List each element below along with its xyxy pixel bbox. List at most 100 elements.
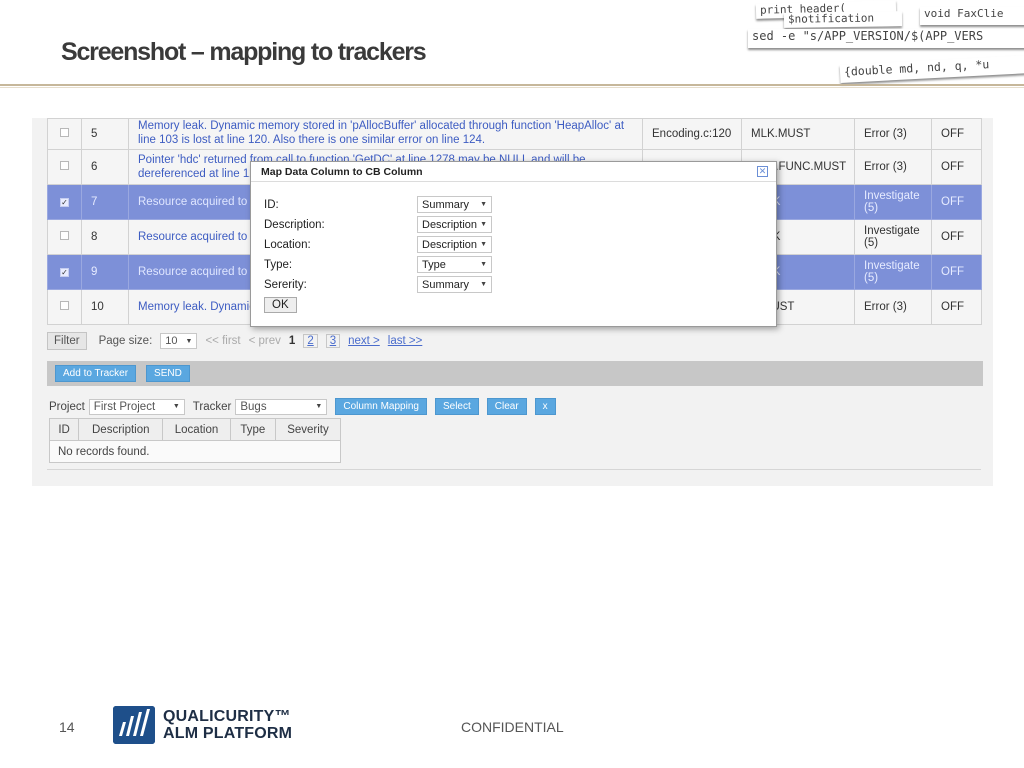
table-row[interactable]: 5 Memory leak. Dynamic memory stored in '… <box>47 118 982 150</box>
row-status: Error (3) <box>854 118 932 150</box>
map-row-type: Type: Type ▼ <box>264 256 494 273</box>
row-number: 8 <box>81 219 129 255</box>
row-status: Investigate (5) <box>854 184 932 220</box>
column-header-severity[interactable]: Severity <box>274 418 342 441</box>
page-3-link[interactable]: 3 <box>325 334 341 348</box>
row-checkbox[interactable] <box>47 219 82 255</box>
chevron-down-icon: ▼ <box>480 261 487 268</box>
table-row: No records found. <box>49 440 341 463</box>
checkbox[interactable] <box>60 128 69 137</box>
page-size-value: 10 <box>165 335 178 347</box>
map-label: ID: <box>264 198 279 211</box>
row-status: Error (3) <box>854 289 932 325</box>
logo-icon <box>113 706 155 744</box>
map-select-severity[interactable]: Summary ▼ <box>417 276 492 293</box>
code-strip-4: sed -e "s/APP_VERSION/$(APP_VERS <box>748 29 1024 48</box>
code-strip-5: {double md, nd, q, *u <box>839 55 1024 83</box>
column-header-id[interactable]: ID <box>48 418 80 441</box>
tracker-table: ID Description Location Type Severity No… <box>48 418 342 463</box>
row-flag: OFF <box>931 289 982 325</box>
ok-button[interactable]: OK <box>264 297 297 313</box>
map-row-severity: Sererity: Summary ▼ <box>264 276 494 293</box>
checkbox[interactable]: ✓ <box>60 198 69 207</box>
checkbox[interactable]: ✓ <box>60 268 69 277</box>
dialog-header: Map Data Column to CB Column ✕ <box>251 162 776 182</box>
row-status: Error (3) <box>854 149 932 185</box>
column-header-description[interactable]: Description <box>78 418 164 441</box>
chevron-down-icon: ▼ <box>480 241 487 248</box>
chevron-down-icon: ▼ <box>172 403 180 410</box>
tracker-toolbar: Project First Project ▼ Tracker Bugs ▼ C… <box>49 398 556 415</box>
page-2-link[interactable]: 2 <box>303 334 318 348</box>
next-page-link[interactable]: next > <box>348 335 380 347</box>
page-number: 14 <box>59 719 75 735</box>
row-flag: OFF <box>931 254 982 290</box>
row-status: Investigate (5) <box>854 219 932 255</box>
map-label: Location: <box>264 238 311 251</box>
logo-line-2: ALM PLATFORM <box>163 725 293 742</box>
row-checkbox[interactable]: ✓ <box>47 254 82 290</box>
project-select[interactable]: First Project ▼ <box>88 398 185 415</box>
row-flag: OFF <box>931 149 982 185</box>
prev-page-link[interactable]: < prev <box>249 335 281 347</box>
map-select-description[interactable]: Description ▼ <box>417 216 492 233</box>
add-to-tracker-button[interactable]: Add to Tracker <box>55 365 137 382</box>
map-row-location: Location: Description ▼ <box>264 236 494 253</box>
page-1[interactable]: 1 <box>289 335 295 347</box>
project-label: Project <box>49 400 85 413</box>
row-flag: OFF <box>931 184 982 220</box>
clear-button[interactable]: Clear <box>486 398 527 415</box>
code-strip-3: void FaxClie <box>920 7 1024 25</box>
column-header-location[interactable]: Location <box>162 418 231 441</box>
close-icon[interactable]: ✕ <box>757 166 768 177</box>
send-button[interactable]: SEND <box>146 365 190 382</box>
row-checkbox[interactable] <box>47 149 82 185</box>
row-number: 10 <box>81 289 129 325</box>
checkbox[interactable] <box>60 161 69 170</box>
map-label: Type: <box>264 258 293 271</box>
logo-line-1: QUALICURITY™ <box>163 708 291 725</box>
map-select-location[interactable]: Description ▼ <box>417 236 492 253</box>
map-row-description: Description: Description ▼ <box>264 216 494 233</box>
slide-title: Screenshot – mapping to trackers <box>61 38 427 66</box>
map-select-value: Description <box>422 218 478 231</box>
confidential-label: CONFIDENTIAL <box>461 719 564 735</box>
logo-text: QUALICURITY™ ALM PLATFORM <box>163 708 292 742</box>
header-rule-shadow <box>0 87 1024 88</box>
map-select-value: Summary <box>422 278 470 291</box>
filter-button[interactable]: Filter <box>47 332 87 350</box>
select-button[interactable]: Select <box>434 398 479 415</box>
row-checkbox[interactable] <box>47 118 82 150</box>
chevron-down-icon: ▼ <box>480 201 487 208</box>
tracker-select[interactable]: Bugs ▼ <box>235 398 328 415</box>
map-select-id[interactable]: Summary ▼ <box>417 196 492 213</box>
column-mapping-button[interactable]: Column Mapping <box>335 398 427 415</box>
map-select-type[interactable]: Type ▼ <box>417 256 492 273</box>
row-status: Investigate (5) <box>854 254 932 290</box>
divider <box>47 469 981 470</box>
close-x-button[interactable]: x <box>534 398 556 415</box>
chevron-down-icon: ▼ <box>480 281 487 288</box>
row-number: 9 <box>81 254 129 290</box>
map-label: Description: <box>264 218 325 231</box>
checkbox[interactable] <box>60 231 69 240</box>
row-flag: OFF <box>931 219 982 255</box>
dialog-title: Map Data Column to CB Column <box>261 165 423 178</box>
tracker-table-header: ID Description Location Type Severity <box>48 418 342 441</box>
row-checkbox[interactable]: ✓ <box>47 184 82 220</box>
chevron-down-icon: ▼ <box>480 221 487 228</box>
row-number: 7 <box>81 184 129 220</box>
row-description[interactable]: Memory leak. Dynamic memory stored in 'p… <box>128 118 643 150</box>
row-checkbox[interactable] <box>47 289 82 325</box>
code-strip-2: $notification <box>783 11 903 28</box>
page-size-select[interactable]: 10 ▼ <box>160 333 198 349</box>
map-select-value: Description <box>422 238 478 251</box>
row-number: 5 <box>81 118 129 150</box>
last-page-link[interactable]: last >> <box>388 335 423 347</box>
checkbox[interactable] <box>60 301 69 310</box>
first-page-link[interactable]: << first <box>205 335 240 347</box>
map-select-value: Summary <box>422 198 470 211</box>
code-strips-decoration: print_header( $notification void FaxClie… <box>724 0 1024 92</box>
column-header-type[interactable]: Type <box>229 418 276 441</box>
row-number: 6 <box>81 149 129 185</box>
